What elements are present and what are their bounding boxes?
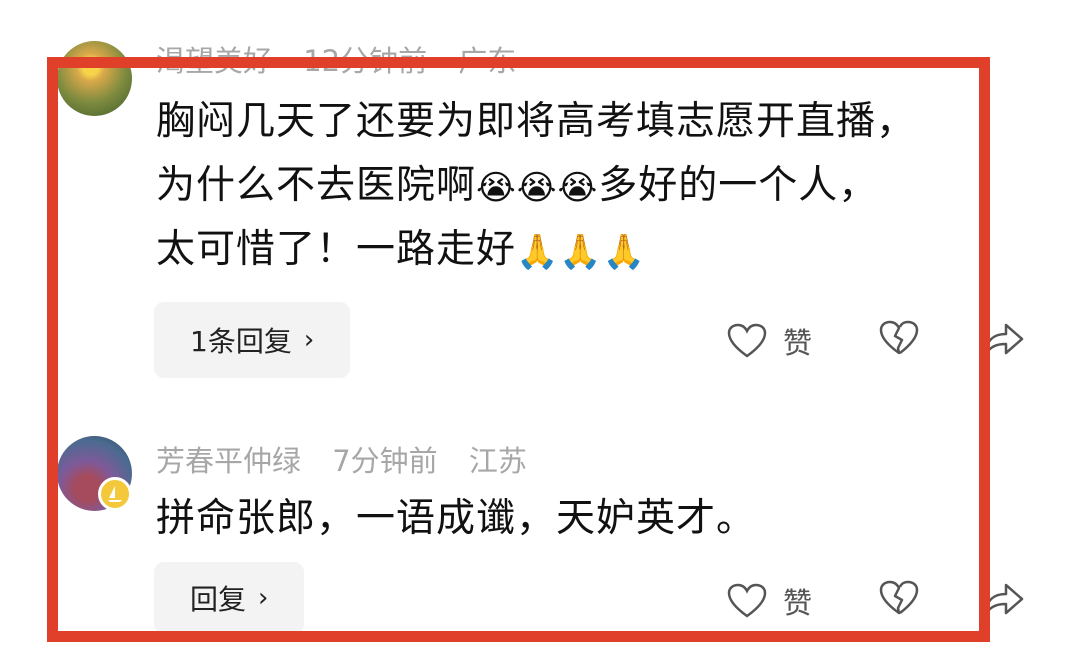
view-replies-button[interactable]: 1条回复 › <box>154 302 351 378</box>
reply-button[interactable]: 回复 › <box>154 562 305 634</box>
crying-face-emoji-icon: 😭 <box>557 167 599 208</box>
location: 江苏 <box>468 444 527 478</box>
comment-text-fragment: 太可惜了！一路走好 <box>156 227 517 272</box>
like-label: 赞 <box>783 326 813 360</box>
chevron-right-icon: › <box>258 583 269 613</box>
share-button[interactable] <box>984 320 1024 358</box>
broken-heart-icon <box>879 580 919 615</box>
heart-icon <box>727 323 767 358</box>
comment-text-line: 为什么不去医院啊😭😭😭多好的一个人， <box>156 154 996 218</box>
crying-face-emoji-icon: 😭 <box>476 167 517 208</box>
comment-text-line: 太可惜了！一路走好🙏🙏🙏 <box>156 218 996 282</box>
praying-hands-emoji-icon: 🙏 <box>559 231 603 272</box>
chevron-right-icon: › <box>303 325 315 355</box>
like-button[interactable]: 赞 <box>727 320 812 362</box>
username[interactable]: 芳春平仲绿 <box>156 444 301 478</box>
comment-meta: 芳春平仲绿 7分钟前 江苏 <box>156 438 549 480</box>
share-arrow-icon <box>984 323 1024 356</box>
sailboat-icon <box>108 486 122 502</box>
comment-text: 拼命张郎，一语成谶，天妒英才。 <box>156 487 996 551</box>
dislike-button[interactable] <box>879 320 919 356</box>
username[interactable]: 渴望美好 <box>156 44 272 78</box>
crying-face-emoji-icon: 😭 <box>516 167 558 208</box>
comment-text: 胸闷几天了还要为即将高考填志愿开直播， 为什么不去医院啊😭😭😭多好的一个人， 太… <box>156 90 996 282</box>
verified-badge <box>98 477 132 511</box>
location: 广东 <box>458 44 517 78</box>
reply-label: 回复 <box>190 583 247 616</box>
like-button[interactable]: 赞 <box>727 580 812 622</box>
praying-hands-emoji-icon: 🙏 <box>602 231 647 272</box>
avatar[interactable] <box>57 41 132 116</box>
comment-text-line: 拼命张郎，一语成谶，天妒英才。 <box>156 496 757 541</box>
broken-heart-icon <box>879 320 919 355</box>
reply-label: 1条回复 <box>190 325 292 358</box>
heart-icon <box>727 583 767 618</box>
share-button[interactable] <box>984 580 1024 618</box>
comment-text-fragment: 为什么不去医院啊 <box>156 163 477 208</box>
comment-meta: 渴望美好 12分钟前 广东 <box>156 38 538 80</box>
share-arrow-icon <box>984 583 1024 616</box>
comment-text-fragment: 多好的一个人， <box>598 163 879 208</box>
timestamp: 7分钟前 <box>332 444 438 478</box>
timestamp: 12分钟前 <box>303 44 428 78</box>
comment-text-line: 胸闷几天了还要为即将高考填志愿开直播， <box>156 99 917 144</box>
like-label: 赞 <box>783 586 813 620</box>
dislike-button[interactable] <box>879 580 919 616</box>
praying-hands-emoji-icon: 🙏 <box>516 231 560 272</box>
